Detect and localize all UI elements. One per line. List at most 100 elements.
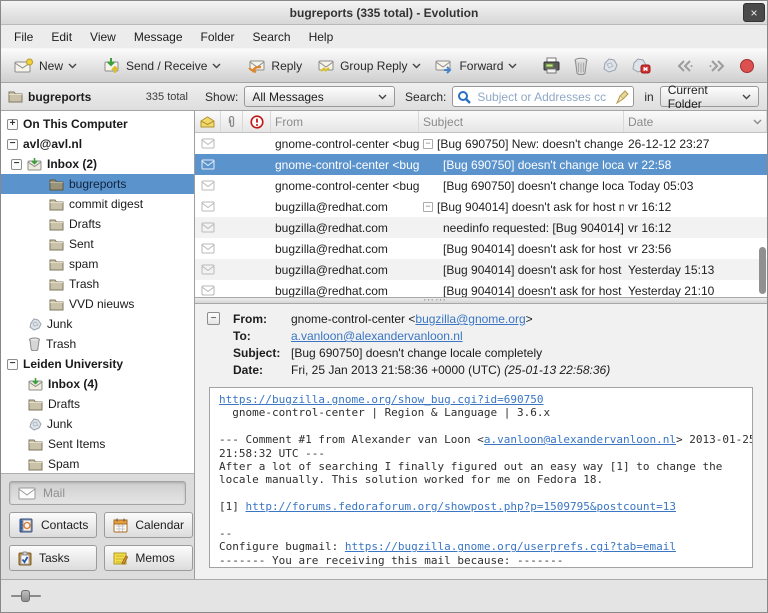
content-area: + On This Computer − avl@avl.nl − Inbox … xyxy=(1,111,767,579)
table-row[interactable]: bugzilla@redhat.com needinfo requested: … xyxy=(195,217,767,238)
folder-header: bugreports 335 total xyxy=(1,90,195,104)
group-reply-button[interactable]: Group Reply xyxy=(309,54,428,78)
to-label: To: xyxy=(233,329,291,343)
envelope-icon xyxy=(195,259,221,280)
previous-button[interactable] xyxy=(669,55,701,77)
envelope-icon xyxy=(195,280,221,297)
bugmail-prefs-link[interactable]: https://bugzilla.gnome.org/userprefs.cgi… xyxy=(345,540,676,553)
switcher-mail-button[interactable]: Mail xyxy=(9,481,186,505)
not-junk-button[interactable] xyxy=(625,53,657,78)
search-input[interactable] xyxy=(475,89,612,105)
envelope-icon xyxy=(195,217,221,238)
mail-main-pane: From Subject Date gnome-control-center <… xyxy=(195,111,767,579)
subject-column-header[interactable]: Subject xyxy=(419,111,624,132)
menu-edit[interactable]: Edit xyxy=(42,26,81,48)
bug-url-link[interactable]: https://bugzilla.gnome.org/show_bug.cgi?… xyxy=(219,393,544,406)
sidebar-item-sent-items-leiden[interactable]: Sent Items xyxy=(1,434,194,454)
menu-search[interactable]: Search xyxy=(244,26,300,48)
sidebar-item-trash-avl[interactable]: Trash xyxy=(1,334,194,354)
group-reply-label: Group Reply xyxy=(340,59,407,73)
menu-view[interactable]: View xyxy=(81,26,125,48)
table-row[interactable]: bugzilla@redhat.com [Bug 904014] doesn't… xyxy=(195,280,767,297)
priority-column-header[interactable] xyxy=(243,111,271,132)
table-row[interactable]: gnome-control-center <bugzi... −[Bug 690… xyxy=(195,133,767,154)
switcher-memos-label: Memos xyxy=(135,551,174,565)
preview-pane: − From: gnome-control-center <bugzilla@g… xyxy=(195,304,767,579)
stop-button[interactable] xyxy=(733,54,761,78)
collapse-headers-button[interactable]: − xyxy=(207,312,220,325)
to-email-link[interactable]: a.vanloon@alexandervanloon.nl xyxy=(291,329,463,343)
table-row[interactable]: bugzilla@redhat.com [Bug 904014] doesn't… xyxy=(195,238,767,259)
collapse-icon[interactable]: − xyxy=(7,359,18,370)
attachment-column-header[interactable] xyxy=(221,111,243,132)
message-headers: − From: gnome-control-center <bugzilla@g… xyxy=(195,304,767,384)
sidebar-item-inbox-leiden[interactable]: Inbox (4) xyxy=(1,374,194,394)
list-scrollbar[interactable] xyxy=(759,247,766,294)
folder-icon xyxy=(49,218,64,231)
menu-folder[interactable]: Folder xyxy=(192,26,244,48)
search-scope-dropdown[interactable]: Current Folder xyxy=(660,86,759,107)
print-button[interactable] xyxy=(536,53,567,78)
switcher-contacts-button[interactable]: Contacts xyxy=(9,512,97,538)
message-list-header: From Subject Date xyxy=(195,111,767,133)
sidebar-item-bugreports[interactable]: bugreports xyxy=(1,174,194,194)
switcher-tasks-button[interactable]: Tasks xyxy=(9,545,97,571)
forward-button[interactable]: Forward xyxy=(428,54,524,78)
reply-button[interactable]: Reply xyxy=(240,54,309,78)
chevron-down-icon xyxy=(412,63,421,69)
from-label: From: xyxy=(233,312,291,326)
collapse-icon[interactable]: − xyxy=(11,159,22,170)
table-row[interactable]: gnome-control-center <bugzi... [Bug 6907… xyxy=(195,175,767,196)
menu-message[interactable]: Message xyxy=(125,26,192,48)
delete-button[interactable] xyxy=(567,53,595,79)
sidebar-item-inbox-avl[interactable]: − Inbox (2) xyxy=(1,154,194,174)
switcher-size-slider[interactable] xyxy=(11,589,41,603)
commenter-email-link[interactable]: a.vanloon@alexandervanloon.nl xyxy=(484,433,676,446)
menu-file[interactable]: File xyxy=(5,26,42,48)
sidebar-item-junk-leiden[interactable]: Junk xyxy=(1,414,194,434)
sidebar-item-account-avl[interactable]: − avl@avl.nl xyxy=(1,134,194,154)
previous-icon xyxy=(675,59,695,73)
from-column-header[interactable]: From xyxy=(271,111,419,132)
status-column-header[interactable] xyxy=(195,111,221,132)
chevron-down-icon xyxy=(508,63,517,69)
close-button[interactable]: × xyxy=(743,3,765,22)
show-filter-dropdown[interactable]: All Messages xyxy=(244,86,395,107)
next-button[interactable] xyxy=(701,55,733,77)
pane-splitter[interactable]: ⋯⋯ xyxy=(195,297,767,304)
junk-button[interactable] xyxy=(595,53,625,78)
clear-search-icon[interactable] xyxy=(616,90,629,104)
paperclip-icon xyxy=(227,115,236,129)
thread-collapse-icon[interactable]: − xyxy=(423,202,433,212)
sidebar-item-account-leiden[interactable]: − Leiden University xyxy=(1,354,194,374)
date-column-header[interactable]: Date xyxy=(624,111,767,132)
sidebar-item-commit-digest[interactable]: commit digest xyxy=(1,194,194,214)
sidebar-item-drafts-avl[interactable]: Drafts xyxy=(1,214,194,234)
from-email-link[interactable]: bugzilla@gnome.org xyxy=(415,312,525,326)
sort-descending-icon xyxy=(753,119,762,125)
body-line: locale manually. This solution worked fo… xyxy=(219,473,743,486)
sidebar-item-spam-leiden[interactable]: Spam xyxy=(1,454,194,473)
send-receive-button[interactable]: Send / Receive xyxy=(96,53,228,78)
new-button[interactable]: New xyxy=(7,54,84,78)
sidebar-item-vvd-nieuws[interactable]: VVD nieuws xyxy=(1,294,194,314)
thread-collapse-icon[interactable]: − xyxy=(423,139,433,149)
sidebar-item-on-this-computer[interactable]: + On This Computer xyxy=(1,114,194,134)
table-row[interactable]: bugzilla@redhat.com −[Bug 904014] doesn'… xyxy=(195,196,767,217)
expand-icon[interactable]: + xyxy=(7,119,18,130)
forum-url-link[interactable]: http://forums.fedoraforum.org/showpost.p… xyxy=(246,500,676,513)
folder-icon xyxy=(28,438,43,451)
sidebar-item-sent-avl[interactable]: Sent xyxy=(1,234,194,254)
switcher-calendar-button[interactable]: Calendar xyxy=(104,512,193,538)
sidebar-item-trash-folder-avl[interactable]: Trash xyxy=(1,274,194,294)
status-bar xyxy=(1,579,767,612)
collapse-icon[interactable]: − xyxy=(7,139,18,150)
menu-help[interactable]: Help xyxy=(300,26,343,48)
table-row[interactable]: bugzilla@redhat.com [Bug 904014] doesn't… xyxy=(195,259,767,280)
sidebar-item-spam-avl[interactable]: spam xyxy=(1,254,194,274)
table-row-selected[interactable]: gnome-control-center <bugzi... [Bug 6907… xyxy=(195,154,767,175)
switcher-memos-button[interactable]: Memos xyxy=(104,545,193,571)
sidebar-item-drafts-leiden[interactable]: Drafts xyxy=(1,394,194,414)
sidebar-item-junk-avl[interactable]: Junk xyxy=(1,314,194,334)
chevron-down-icon xyxy=(742,94,751,100)
